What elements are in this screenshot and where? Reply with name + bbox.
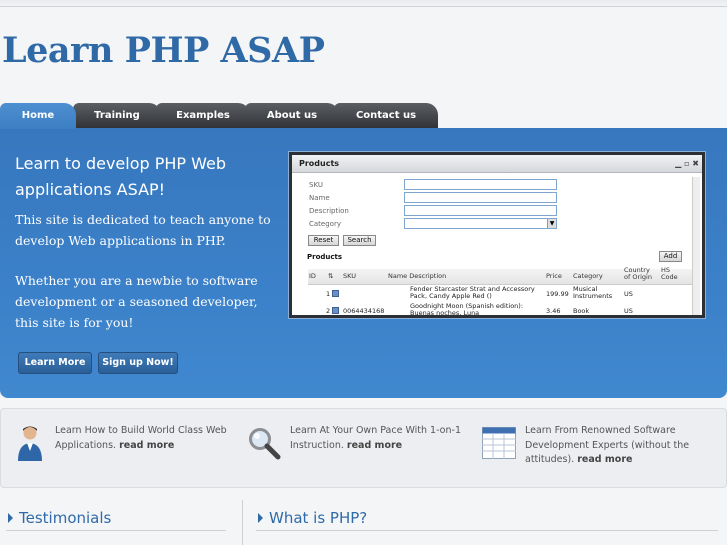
tab-contact-us[interactable]: Contact us — [334, 103, 438, 129]
tab-training[interactable]: Training — [73, 103, 161, 129]
description-input[interactable] — [404, 205, 557, 216]
add-button[interactable]: Add — [659, 251, 682, 262]
sku-input[interactable] — [404, 179, 557, 190]
hero-paragraph-2: Whether you are a newbie to software dev… — [15, 273, 258, 330]
sku-label: SKU — [309, 181, 323, 189]
products-window-title: Products ▁ ▫ ✖ — [292, 155, 702, 173]
table-cell-category: Musical Instruments — [573, 285, 613, 300]
close-icon[interactable]: ✖ — [692, 159, 699, 168]
learn-more-button[interactable]: Learn More — [18, 352, 92, 374]
table-cell-origin: US — [624, 290, 633, 298]
chevron-down-icon[interactable]: ▼ — [547, 219, 556, 228]
triangle-right-icon — [8, 513, 13, 523]
table-cell-name: Fender Starcaster Strat and Accessory Pa… — [410, 285, 535, 300]
table-cell-name: Goodnight Moon (Spanish edition): Buenas… — [410, 302, 524, 317]
column-origin[interactable]: Country of Origin — [624, 267, 652, 281]
tab-about-us[interactable]: About us — [245, 103, 339, 129]
hero-paragraph-1: This site is dedicated to teach anyone t… — [15, 212, 271, 248]
top-divider — [0, 6, 727, 7]
search-button[interactable]: Search — [343, 235, 376, 246]
testimonials-divider — [6, 530, 226, 531]
hero-heading: Learn to develop PHP Web applications AS… — [15, 154, 227, 199]
column-sku[interactable]: SKU — [343, 272, 356, 280]
tab-examples[interactable]: Examples — [156, 103, 250, 129]
table-cell-id: 2 — [326, 307, 331, 315]
products-window: Products ▁ ▫ ✖ SKU Name Description Cate… — [288, 151, 706, 319]
main-nav: Home Training Examples About us Contact … — [0, 103, 727, 129]
testimonials-heading: Testimonials — [19, 509, 112, 527]
column-id[interactable]: ID — [309, 272, 316, 280]
feature-2-read-more-link[interactable]: read more — [347, 440, 402, 451]
tab-home[interactable]: Home — [0, 103, 76, 129]
reset-button[interactable]: Reset — [308, 235, 339, 246]
column-separator — [242, 500, 243, 545]
row-edit-icon[interactable] — [332, 307, 339, 314]
table-cell-price: 3.46 — [546, 307, 561, 315]
table-cell-id: 1 — [326, 290, 331, 298]
maximize-icon[interactable]: ▫ — [684, 159, 689, 168]
feature-1-read-more-link[interactable]: read more — [119, 440, 174, 451]
user-icon — [18, 426, 42, 461]
category-select[interactable]: ▼ — [404, 218, 557, 229]
signup-button[interactable]: Sign up Now! — [98, 352, 178, 374]
name-label: Name — [309, 194, 330, 202]
column-name-description[interactable]: Name Description — [388, 272, 446, 280]
table-cell-category: Book — [573, 307, 590, 315]
column-hs-code[interactable]: HS Code — [661, 267, 685, 281]
products-window-title-text: Products — [299, 159, 340, 168]
description-label: Description — [309, 207, 349, 215]
triangle-right-icon — [258, 513, 263, 523]
name-input[interactable] — [404, 192, 557, 203]
magnifier-icon — [249, 428, 281, 460]
table-cell-price: 199.99 — [546, 290, 569, 298]
site-title: Learn PHP ASAP — [2, 30, 325, 71]
column-price[interactable]: Price — [546, 272, 562, 280]
feature-3: Learn From Renowned Software Development… — [525, 424, 715, 468]
table-icon — [482, 427, 516, 459]
table-cell-sku: 0064434168 — [343, 307, 385, 315]
window-controls: ▁ ▫ ✖ — [675, 155, 699, 173]
feature-1: Learn How to Build World Class Web Appli… — [55, 424, 240, 453]
minimize-icon[interactable]: ▁ — [675, 159, 681, 168]
what-is-php-divider — [256, 530, 718, 531]
table-cell-origin: US — [624, 307, 633, 315]
sort-icon[interactable]: ⇅ — [328, 272, 333, 280]
row-edit-icon[interactable] — [332, 290, 339, 297]
column-category[interactable]: Category — [573, 272, 603, 280]
category-label: Category — [309, 220, 341, 228]
products-section-label: Products — [307, 253, 343, 261]
what-is-php-heading: What is PHP? — [269, 509, 368, 527]
window-scrollbar[interactable] — [692, 177, 700, 315]
feature-3-read-more-link[interactable]: read more — [577, 454, 632, 465]
feature-2: Learn At Your Own Pace With 1-on-1 Instr… — [290, 424, 470, 453]
